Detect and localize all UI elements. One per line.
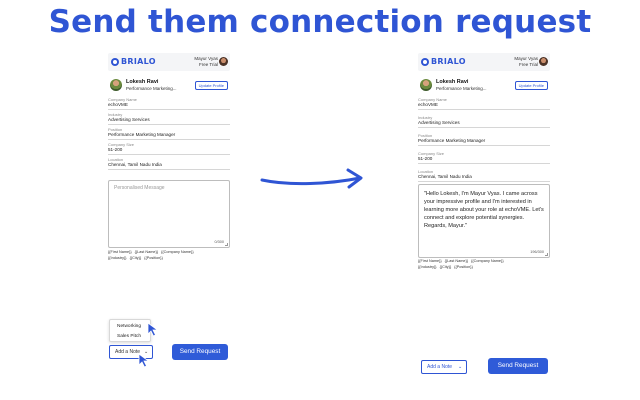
profile-row: Lokesh Ravi Performance Marketing... Upd… xyxy=(418,77,550,93)
field-position: Position Performance Marketing Manager xyxy=(418,133,550,146)
char-counter: 196/300 xyxy=(530,250,544,254)
resize-grip-icon[interactable] xyxy=(545,253,548,256)
tag-company-name[interactable]: {{Company Name}} xyxy=(471,259,504,263)
update-profile-button[interactable]: Update Profile xyxy=(194,81,228,90)
field-value[interactable]: Chennai, Tamil Nadu India xyxy=(418,174,550,182)
field-location: Location Chennai, Tamil Nadu India xyxy=(108,157,230,170)
chevron-down-icon: ⌄ xyxy=(458,364,463,370)
headline: Send them connection request xyxy=(48,4,592,40)
add-note-label: Add a Note xyxy=(115,349,141,355)
tag-last-name[interactable]: {{Last Name}} xyxy=(445,259,468,263)
send-request-button[interactable]: Send Request xyxy=(488,358,548,374)
user-avatar[interactable] xyxy=(539,57,548,66)
field-value[interactable]: Performance Marketing Manager xyxy=(418,138,550,146)
field-position: Position Performance Marketing Manager xyxy=(108,127,230,140)
logo: BRIALO xyxy=(111,57,156,66)
cursor-icon xyxy=(138,353,150,368)
field-value[interactable]: Advertising Services xyxy=(418,120,550,128)
plan-label: Free Trial xyxy=(198,62,218,67)
field-industry: Industry Advertising Services xyxy=(108,112,230,125)
right-panel: BRIALO Mayur Vyas Free Trial Lokesh Ravi… xyxy=(418,53,550,383)
variable-tags: {{First Name}} {{Last Name}} {{Company Nam… xyxy=(108,249,230,261)
flow-arrow-icon xyxy=(260,168,363,189)
resize-grip-icon[interactable] xyxy=(225,243,228,246)
char-counter: 0/300 xyxy=(214,240,224,244)
user-info: Mayur Vyas Free Trial xyxy=(514,56,538,68)
message-placeholder: Personalised Message xyxy=(114,185,165,191)
profile-title: Performance Marketing... xyxy=(126,86,177,91)
logo-text: BRIALO xyxy=(431,57,466,66)
menu-item-sales-pitch[interactable]: Sales Pitch xyxy=(117,334,141,339)
tag-position[interactable]: {{Position}} xyxy=(144,256,163,260)
logo: BRIALO xyxy=(421,57,466,66)
field-location: Location Chennai, Tamil Nadu India xyxy=(418,169,550,182)
field-value[interactable]: 51-200 xyxy=(418,156,550,164)
tag-position[interactable]: {{Position}} xyxy=(454,265,473,269)
tag-last-name[interactable]: {{Last Name}} xyxy=(135,250,158,254)
tag-first-name[interactable]: {{First Name}} xyxy=(108,250,132,254)
logo-text: BRIALO xyxy=(121,57,156,66)
field-company-name: Company Name echoVME xyxy=(418,97,550,110)
message-text: "Hello Lokesh, I'm Mayur Vyas. I came ac… xyxy=(424,191,544,229)
profile-name: Lokesh Ravi xyxy=(126,79,159,85)
field-value[interactable]: Performance Marketing Manager xyxy=(108,132,230,140)
message-textarea[interactable]: Personalised Message 0/300 xyxy=(108,180,230,248)
menu-item-networking[interactable]: Networking xyxy=(117,324,141,329)
field-value[interactable]: echoVME xyxy=(108,102,230,110)
tag-industry[interactable]: {{Industry}} xyxy=(108,256,127,260)
tag-city[interactable]: {{City}} xyxy=(130,256,142,260)
profile-row: Lokesh Ravi Performance Marketing... Upd… xyxy=(108,77,230,93)
field-value[interactable]: Advertising Services xyxy=(108,117,230,125)
cursor-icon xyxy=(147,322,159,337)
field-company-size: Company Size 51-200 xyxy=(108,142,230,155)
field-value[interactable]: 51-200 xyxy=(108,147,230,155)
profile-name: Lokesh Ravi xyxy=(436,79,469,85)
note-dropdown-menu: Networking Sales Pitch xyxy=(109,319,151,342)
field-company-name: Company Name echoVME xyxy=(108,97,230,110)
app-header: BRIALO Mayur Vyas Free Trial xyxy=(418,53,550,71)
profile-title: Performance Marketing... xyxy=(436,86,487,91)
user-avatar[interactable] xyxy=(219,57,228,66)
tag-industry[interactable]: {{Industry}} xyxy=(418,265,437,269)
send-request-button[interactable]: Send Request xyxy=(172,344,228,360)
profile-avatar xyxy=(420,79,432,91)
field-value[interactable]: Chennai, Tamil Nadu India xyxy=(108,162,230,170)
add-note-label: Add a Note xyxy=(427,364,453,370)
profile-avatar xyxy=(110,79,122,91)
app-header: BRIALO Mayur Vyas Free Trial xyxy=(108,53,230,71)
logo-icon xyxy=(111,57,119,66)
field-industry: Industry Advertising Services xyxy=(418,115,550,128)
tag-first-name[interactable]: {{First Name}} xyxy=(418,259,442,263)
field-value[interactable]: echoVME xyxy=(418,102,550,110)
tag-city[interactable]: {{City}} xyxy=(440,265,452,269)
plan-label: Free Trial xyxy=(518,62,538,67)
add-note-button[interactable]: Add a Note ⌄ xyxy=(421,360,467,374)
logo-icon xyxy=(421,57,429,66)
message-textarea[interactable]: "Hello Lokesh, I'm Mayur Vyas. I came ac… xyxy=(418,184,550,258)
update-profile-button[interactable]: Update Profile xyxy=(514,81,548,90)
tag-company-name[interactable]: {{Company Name}} xyxy=(161,250,194,254)
field-company-size: Company Size 51-200 xyxy=(418,151,550,164)
user-info: Mayur Vyas Free Trial xyxy=(194,56,218,68)
variable-tags: {{First Name}} {{Last Name}} {{Company Nam… xyxy=(418,258,550,270)
